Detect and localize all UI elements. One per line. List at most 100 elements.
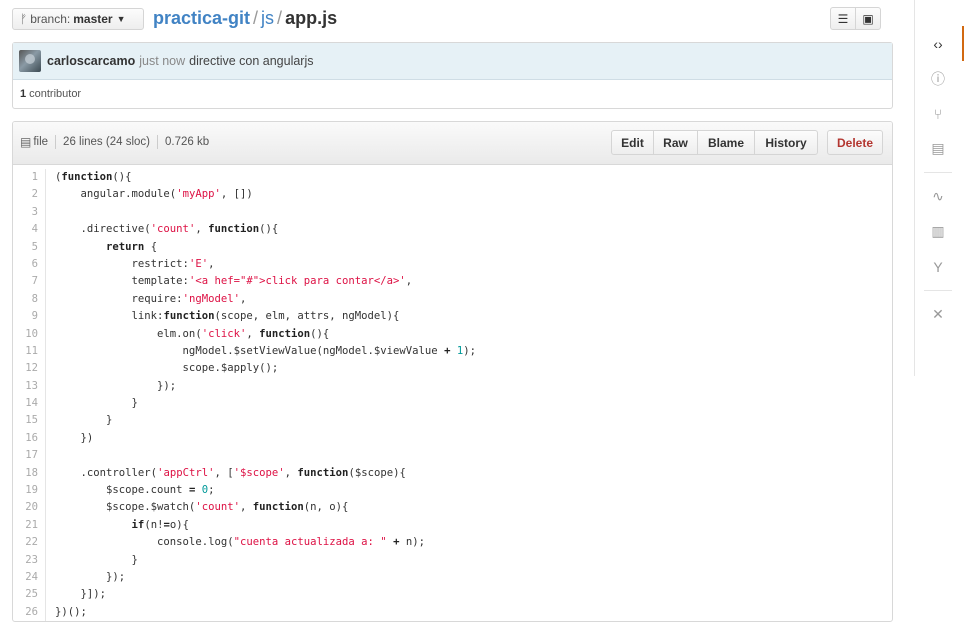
breadcrumb-file: app.js [285, 8, 338, 28]
line-number[interactable]: 6 [13, 255, 46, 274]
line-number[interactable]: 9 [13, 308, 46, 326]
line-source: console.log("cuenta actualizada a: " + n… [55, 536, 425, 549]
wiki-icon: ▤ [931, 140, 945, 156]
line-number[interactable]: 14 [13, 395, 46, 413]
code-line: 9 link:function(scope, elm, attrs, ngMod… [13, 308, 892, 326]
repo-nav-network[interactable]: Y [914, 249, 962, 284]
nav-separator [924, 172, 952, 173]
file-info: ▤ file 26 lines (24 sloc) 0.726 kb [20, 135, 209, 149]
code-line: 10 elm.on('click', function(){ [13, 325, 892, 343]
code-line: 1 (function(){ [13, 169, 892, 187]
settings-icon: ✕ [932, 306, 944, 322]
raw-button[interactable]: Raw [653, 130, 698, 155]
avatar[interactable] [19, 50, 41, 72]
commit-message[interactable]: directive con angularjs [189, 54, 313, 68]
line-number[interactable]: 15 [13, 412, 46, 430]
repo-nav-graphs[interactable]: ▥ [914, 214, 962, 249]
code-line: 22 console.log("cuenta actualizada a: " … [13, 534, 892, 552]
line-source: } [55, 397, 138, 410]
divider [156, 135, 158, 149]
line-number[interactable]: 23 [13, 551, 46, 569]
line-source: .controller('appCtrl', ['$scope', functi… [55, 466, 406, 479]
line-number[interactable]: 19 [13, 482, 46, 500]
commit-header: carloscarcamo just now directive con ang… [13, 43, 892, 80]
line-number[interactable]: 8 [13, 290, 46, 309]
pull-requests-icon: ⑂ [933, 105, 943, 122]
line-number[interactable]: 16 [13, 429, 46, 448]
line-number[interactable]: 3 [13, 203, 46, 222]
line-source: })(); [55, 605, 87, 618]
repo-nav-pull-requests[interactable]: ⑂ [914, 96, 962, 131]
line-source: require:'ngModel', [55, 292, 247, 305]
line-number[interactable]: 21 [13, 516, 46, 535]
contributors-count: 1 [20, 88, 27, 100]
branch-icon: ᚠ [20, 12, 28, 26]
breadcrumb-dir-link[interactable]: js [261, 8, 274, 28]
code-icon: ‹› [933, 35, 943, 52]
repo-nav-settings[interactable]: ✕ [914, 297, 962, 332]
line-number[interactable]: 17 [13, 447, 46, 465]
line-source: link:function(scope, elm, attrs, ngModel… [55, 310, 400, 323]
file-viewer: ▤ file 26 lines (24 sloc) 0.726 kb Edit … [12, 121, 893, 622]
code-line: 2 angular.module('myApp', []) [13, 186, 892, 204]
code-line: 25 }]); [13, 586, 892, 604]
line-number[interactable]: 13 [13, 377, 46, 396]
line-number[interactable]: 10 [13, 325, 46, 343]
line-number[interactable]: 12 [13, 360, 46, 378]
code-line: 5 return { [13, 238, 892, 256]
repo-nav: ‹› ⓘ ⑂ ▤ ∿ ▥ Y ✕ [914, 26, 964, 332]
history-button[interactable]: History [754, 130, 818, 155]
line-number[interactable]: 2 [13, 186, 46, 204]
line-source: return { [106, 240, 158, 253]
code-blob: 1 (function(){2 angular.module('myApp', [… [13, 165, 892, 621]
line-number[interactable]: 7 [13, 273, 46, 291]
line-number[interactable]: 24 [13, 568, 46, 587]
contributors-label[interactable]: contributor [29, 88, 81, 100]
line-number[interactable]: 25 [13, 586, 46, 604]
line-source: }); [55, 570, 126, 583]
line-source: template:'<a hef="#">click para contar</… [55, 275, 413, 288]
copy-path-button[interactable]: ▣ [855, 7, 881, 30]
line-number[interactable]: 5 [13, 238, 46, 256]
breadcrumb-repo-link[interactable]: practica-git [153, 8, 250, 28]
line-source: scope.$apply(); [55, 362, 279, 375]
code-line: 13 }); [13, 377, 892, 396]
graphs-icon: ▥ [931, 223, 945, 239]
pulse-icon: ∿ [932, 188, 944, 204]
repo-nav-issues[interactable]: ⓘ [914, 61, 962, 96]
line-number[interactable]: 22 [13, 534, 46, 552]
code-line: 19 $scope.count = 0; [13, 482, 892, 500]
line-number[interactable]: 26 [13, 603, 46, 621]
file-lines-info: 26 lines (24 sloc) [63, 136, 150, 148]
repo-nav-pulse[interactable]: ∿ [914, 179, 962, 214]
branch-prefix: branch: [30, 12, 71, 26]
code-line: 20 $scope.$watch('count', function(n, o)… [13, 499, 892, 517]
commit-author[interactable]: carloscarcamo [47, 54, 135, 68]
blame-button[interactable]: Blame [697, 130, 755, 155]
line-source: angular.module('myApp', []) [55, 188, 253, 201]
code-line: 24 }); [13, 568, 892, 587]
repo-nav-wiki[interactable]: ▤ [914, 131, 962, 166]
code-line: 21 if(n!=o){ [13, 516, 892, 535]
file-type-label: file [33, 136, 49, 148]
line-number[interactable]: 1 [13, 169, 46, 187]
code-line: 12 scope.$apply(); [13, 360, 892, 378]
line-number[interactable]: 4 [13, 221, 46, 239]
line-source [46, 447, 55, 464]
line-source: } [55, 553, 138, 566]
code-line: 17 [13, 447, 892, 465]
branch-select-button[interactable]: ᚠ branch: master ▼ [12, 8, 144, 30]
file-finder-button[interactable]: ☰ [830, 7, 856, 30]
breadcrumb-separator: / [253, 8, 259, 28]
repo-nav-code[interactable]: ‹› [914, 26, 964, 61]
delete-button[interactable]: Delete [827, 130, 883, 155]
line-number[interactable]: 11 [13, 342, 46, 361]
file-navigation: ᚠ branch: master ▼ practica-git / js / app.j… [12, 6, 892, 30]
code-line: 11 ngModel.$setViewValue(ngModel.$viewVa… [13, 342, 892, 361]
line-number[interactable]: 18 [13, 464, 46, 483]
file-header: ▤ file 26 lines (24 sloc) 0.726 kb Edit … [13, 122, 892, 165]
code-line: 6 restrict:'E', [13, 255, 892, 274]
line-number[interactable]: 20 [13, 499, 46, 517]
file-icon: ▤ [20, 135, 32, 149]
edit-button[interactable]: Edit [611, 130, 654, 155]
